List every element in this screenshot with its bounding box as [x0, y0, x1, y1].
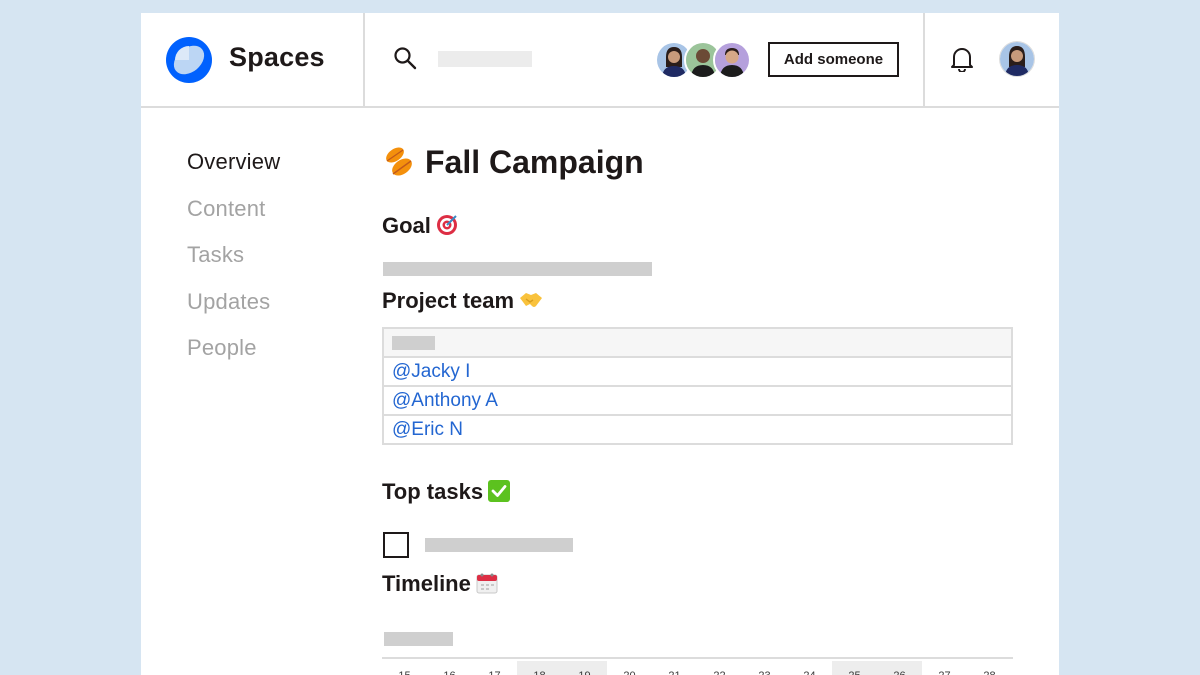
timeline-day[interactable]: 23 [742, 661, 787, 675]
timeline-placeholder [384, 632, 453, 646]
fallen-leaf-icon [386, 147, 412, 176]
top-tasks-heading-text: Top tasks [382, 479, 484, 504]
user-avatar[interactable] [999, 41, 1035, 77]
timeline-day[interactable]: 28 [967, 661, 1012, 675]
sidebar-item-tasks[interactable]: Tasks [187, 239, 280, 286]
project-team-heading-text: Project team [382, 288, 515, 313]
mention-link[interactable]: @Anthony A [392, 390, 498, 411]
app-window: Spaces Add someone Overview Content Task… [141, 13, 1059, 675]
search-icon[interactable] [393, 46, 417, 70]
table-row: @Eric N [382, 414, 1013, 445]
task-checkbox[interactable] [383, 532, 409, 558]
timeline-day[interactable]: 26 [877, 661, 922, 675]
timeline-day[interactable]: 25 [832, 661, 877, 675]
header-placeholder [392, 335, 435, 350]
goal-placeholder [383, 262, 652, 276]
timeline-heading-text: Timeline [382, 571, 471, 596]
table-cell: @Eric N [382, 414, 1013, 445]
table-header-row [382, 327, 1013, 358]
calendar-icon [476, 573, 498, 594]
spaces-logo-icon[interactable] [165, 36, 213, 84]
table-row: @Anthony A [382, 385, 1013, 416]
page-title-text: Fall Campaign [425, 144, 644, 180]
sidebar-item-people[interactable]: People [187, 332, 280, 379]
avatar[interactable] [713, 41, 751, 79]
table-cell: @Jacky I [382, 356, 1013, 387]
mention-link[interactable]: @Eric N [392, 419, 463, 440]
timeline-day[interactable]: 27 [922, 661, 967, 675]
sidebar-nav: Overview Content Tasks Updates People [187, 146, 280, 379]
top-bar: Spaces Add someone [141, 13, 1059, 108]
sidebar-item-content[interactable]: Content [187, 193, 280, 240]
timeline-heading: Timeline [382, 571, 498, 597]
timeline-day[interactable]: 20 [607, 661, 652, 675]
timeline-day[interactable]: 18 [517, 661, 562, 675]
timeline-day[interactable]: 17 [472, 661, 517, 675]
search-input[interactable] [438, 51, 532, 67]
header-actions [923, 13, 1059, 106]
timeline-day[interactable]: 19 [562, 661, 607, 675]
target-icon [436, 215, 457, 235]
timeline-day[interactable]: 16 [427, 661, 472, 675]
timeline-day[interactable]: 15 [382, 661, 427, 675]
goal-heading: Goal [382, 213, 458, 239]
sidebar-item-overview[interactable]: Overview [187, 146, 280, 193]
table-row: @Jacky I [382, 356, 1013, 387]
timeline-day[interactable]: 24 [787, 661, 832, 675]
sidebar-item-updates[interactable]: Updates [187, 286, 280, 333]
project-team-table: @Jacky I @Anthony A @Eric N [382, 327, 1013, 445]
timeline-day[interactable]: 22 [697, 661, 742, 675]
mention-link[interactable]: @Jacky I [392, 361, 470, 382]
handshake-icon [520, 293, 543, 307]
top-tasks-heading: Top tasks [382, 479, 511, 505]
check-mark-icon [488, 480, 511, 502]
table-header-cell [382, 327, 1013, 358]
goal-heading-text: Goal [382, 213, 431, 238]
add-someone-button[interactable]: Add someone [768, 42, 899, 77]
brand-area: Spaces [141, 13, 365, 106]
table-cell: @Anthony A [382, 385, 1013, 416]
brand-name: Spaces [229, 42, 325, 72]
bell-icon[interactable] [950, 46, 974, 72]
project-team-heading: Project team [382, 288, 543, 314]
page-title: Fall Campaign [381, 143, 644, 181]
timeline-axis: 1516171819202122232425262728 [382, 657, 1013, 675]
timeline-day[interactable]: 21 [652, 661, 697, 675]
task-placeholder [425, 538, 573, 552]
